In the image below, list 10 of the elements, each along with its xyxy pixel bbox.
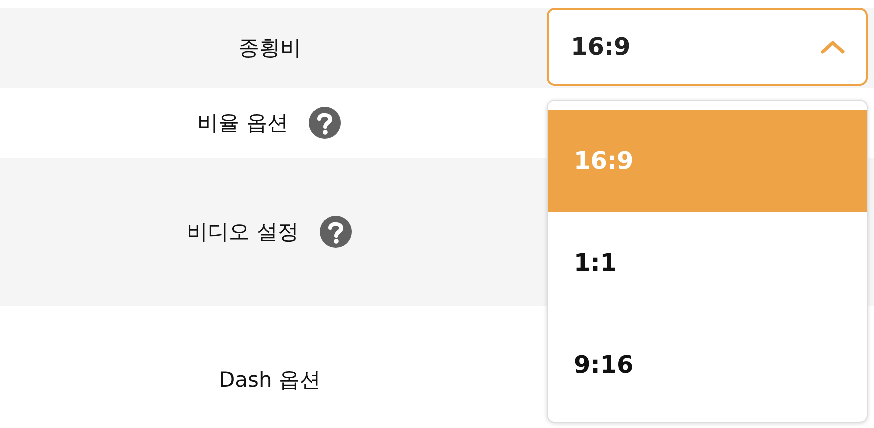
setting-label: Dash 옵션 — [219, 367, 321, 394]
help-icon[interactable] — [318, 215, 353, 249]
setting-label: 종횡비 — [238, 35, 302, 62]
dropdown-option[interactable]: 1:1 — [548, 212, 867, 314]
setting-label: 비디오 설정 — [187, 219, 299, 246]
dropdown-option[interactable]: 9:16 — [548, 314, 867, 416]
help-icon[interactable] — [308, 106, 342, 140]
aspect-ratio-select[interactable]: 16:9 — [547, 8, 868, 86]
caret-icon — [820, 39, 846, 55]
setting-label: 비율 옵션 — [198, 110, 288, 137]
